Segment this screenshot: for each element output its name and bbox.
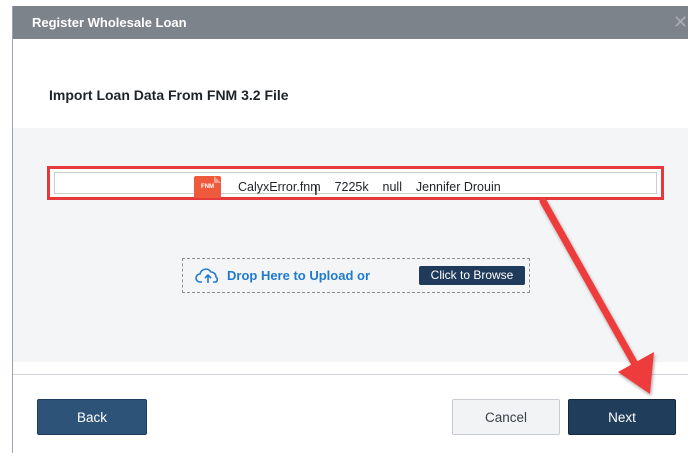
file-owner: Jennifer Drouin bbox=[415, 180, 501, 194]
text-cursor-icon: I bbox=[314, 182, 318, 198]
cancel-button[interactable]: Cancel bbox=[452, 399, 560, 435]
file-size: 7225k bbox=[334, 180, 369, 194]
file-info: CalyxError.fnm 7225k null Jennifer Droui… bbox=[238, 180, 501, 194]
uploaded-file-row[interactable]: FNM CalyxError.fnm 7225k null Jennifer D… bbox=[47, 166, 664, 200]
upload-area: FNM CalyxError.fnm 7225k null Jennifer D… bbox=[13, 128, 688, 362]
file-name: CalyxError.fnm bbox=[238, 180, 321, 194]
file-row-inner: FNM CalyxError.fnm 7225k null Jennifer D… bbox=[54, 172, 657, 198]
dialog-title: Register Wholesale Loan bbox=[32, 15, 187, 30]
next-button[interactable]: Next bbox=[568, 399, 676, 435]
section-title: Import Loan Data From FNM 3.2 File bbox=[49, 87, 289, 103]
fnm-file-icon: FNM bbox=[194, 176, 221, 198]
register-wholesale-loan-dialog: Register Wholesale Loan ✕ Import Loan Da… bbox=[12, 6, 688, 453]
click-to-browse-button[interactable]: Click to Browse bbox=[419, 266, 525, 285]
dialog-titlebar: Register Wholesale Loan ✕ bbox=[13, 6, 688, 39]
upload-dropzone[interactable]: Drop Here to Upload or Click to Browse bbox=[182, 258, 530, 293]
close-icon[interactable]: ✕ bbox=[673, 12, 688, 32]
cloud-upload-icon bbox=[195, 267, 221, 290]
file-status: null bbox=[382, 180, 402, 194]
drop-here-text: Drop Here to Upload or bbox=[227, 268, 371, 283]
footer-divider bbox=[13, 374, 688, 375]
back-button[interactable]: Back bbox=[37, 399, 147, 435]
